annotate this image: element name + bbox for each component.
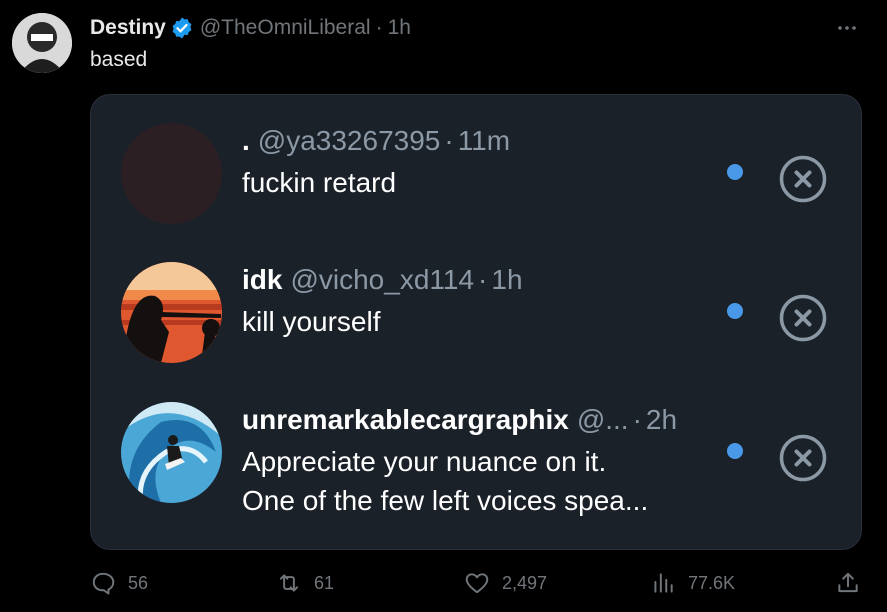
views-chart-icon bbox=[654, 573, 673, 593]
reply-item[interactable]: . @ya33267395 · 11m fuckin retard bbox=[91, 123, 861, 233]
avatar-image bbox=[121, 262, 222, 363]
close-circle-icon[interactable] bbox=[779, 434, 827, 482]
reply-header: idk @vicho_xd114 · 1h bbox=[242, 264, 523, 296]
replies-card: . @ya33267395 · 11m fuckin retard idk @v… bbox=[90, 94, 862, 550]
post-container: Destiny @TheOmniLiberal · 1h based . @ya… bbox=[0, 0, 887, 612]
author-name[interactable]: Destiny bbox=[90, 16, 166, 40]
close-circle-icon[interactable] bbox=[779, 294, 827, 342]
reply-name[interactable]: . bbox=[242, 125, 250, 157]
views-button[interactable]: 77.6K bbox=[650, 566, 735, 600]
unread-dot-icon bbox=[727, 443, 743, 459]
reply-text: kill yourself bbox=[242, 302, 380, 341]
reply-text-line: fuckin retard bbox=[242, 167, 397, 198]
post-text: based bbox=[90, 48, 148, 71]
separator-dot: · bbox=[478, 264, 488, 295]
post-header: Destiny @TheOmniLiberal · 1h bbox=[90, 14, 411, 42]
repost-button[interactable]: 61 bbox=[276, 566, 334, 600]
post-time[interactable]: 1h bbox=[388, 16, 411, 40]
views-count: 77.6K bbox=[688, 572, 736, 593]
author-avatar[interactable] bbox=[12, 13, 72, 73]
reply-handle[interactable]: @vicho_xd114 bbox=[290, 264, 474, 296]
reply-avatar[interactable] bbox=[121, 123, 222, 224]
action-bar: 56 61 2,497 77.6K bbox=[90, 566, 870, 600]
reply-header: . @ya33267395 · 11m bbox=[242, 125, 510, 157]
heart-icon bbox=[465, 573, 489, 594]
reply-button[interactable]: 56 bbox=[90, 566, 148, 600]
reply-handle[interactable]: @... bbox=[577, 404, 629, 436]
reply-text: fuckin retard bbox=[242, 163, 396, 202]
separator-dot: · bbox=[444, 125, 454, 156]
reply-time[interactable]: 1h bbox=[491, 264, 522, 296]
repost-icon bbox=[279, 574, 299, 592]
reply-avatar[interactable] bbox=[121, 402, 222, 503]
separator-dot: · bbox=[375, 16, 383, 39]
like-count: 2,497 bbox=[502, 572, 548, 593]
unread-dot-icon bbox=[727, 303, 743, 319]
reply-name[interactable]: idk bbox=[242, 264, 282, 296]
verified-badge-icon bbox=[172, 17, 192, 39]
ellipsis-icon[interactable] bbox=[835, 16, 859, 40]
reply-header: unremarkablecargraphix @... · 2h bbox=[242, 404, 677, 436]
reply-avatar[interactable] bbox=[121, 262, 222, 363]
reply-bubble-icon bbox=[92, 572, 115, 595]
reply-item[interactable]: idk @vicho_xd114 · 1h kill yourself bbox=[91, 262, 861, 372]
reply-text-line: One of the few left voices spea... bbox=[242, 485, 649, 516]
reply-handle[interactable]: @ya33267395 bbox=[258, 125, 441, 157]
author-handle[interactable]: @TheOmniLiberal bbox=[200, 16, 371, 40]
reply-time[interactable]: 2h bbox=[646, 404, 677, 436]
close-circle-icon[interactable] bbox=[779, 155, 827, 203]
reply-text: Appreciate your nuance on it. One of the… bbox=[242, 442, 648, 520]
reply-name[interactable]: unremarkablecargraphix bbox=[242, 404, 569, 436]
unread-dot-icon bbox=[727, 164, 743, 180]
avatar-image bbox=[121, 123, 222, 224]
share-button[interactable] bbox=[835, 566, 861, 600]
share-icon bbox=[838, 572, 858, 593]
avatar-image bbox=[121, 402, 222, 503]
avatar-image bbox=[12, 13, 72, 73]
like-button[interactable]: 2,497 bbox=[464, 566, 547, 600]
reply-count: 56 bbox=[128, 572, 149, 593]
reply-text-line: kill yourself bbox=[242, 306, 381, 337]
reply-item[interactable]: unremarkablecargraphix @... · 2h Appreci… bbox=[91, 402, 861, 516]
separator-dot: · bbox=[632, 404, 642, 435]
repost-count: 61 bbox=[314, 572, 335, 593]
reply-time[interactable]: 11m bbox=[458, 125, 510, 157]
reply-text-line: Appreciate your nuance on it. bbox=[242, 446, 607, 477]
